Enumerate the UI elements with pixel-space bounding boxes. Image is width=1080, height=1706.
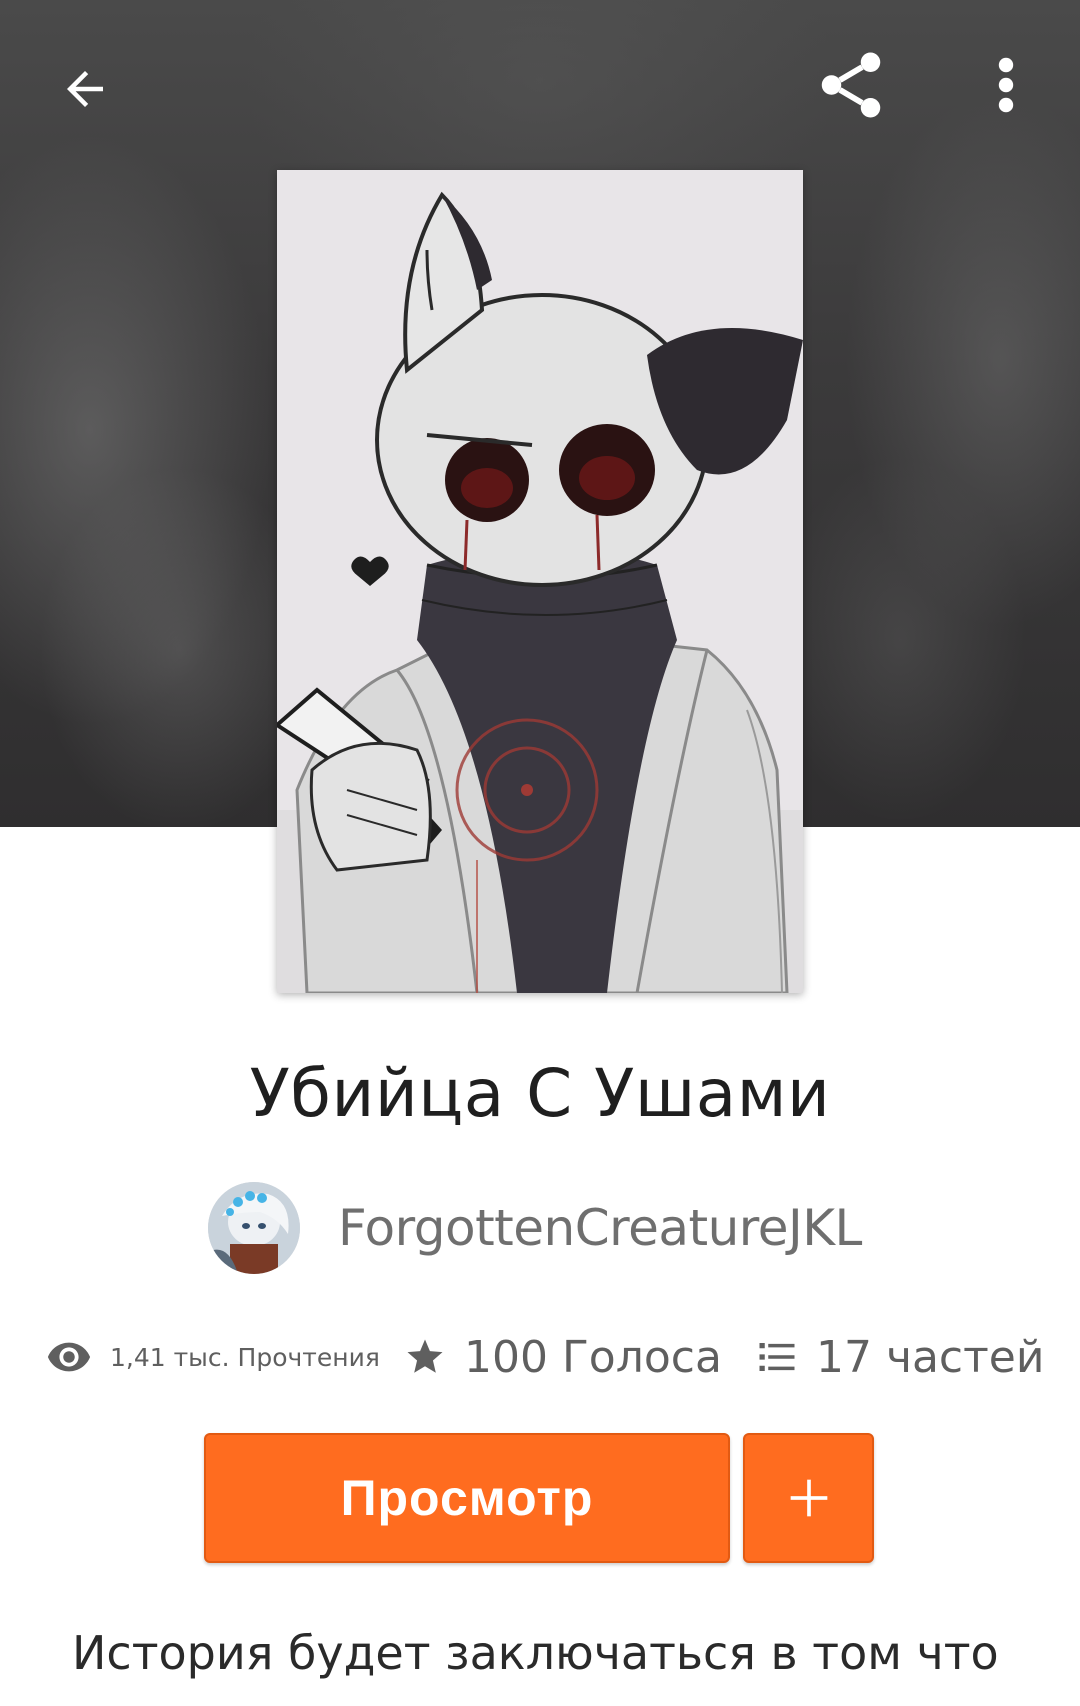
author-name[interactable]: ForgottenCreatureJKL	[338, 1199, 862, 1257]
stats-row: 1,41 тыс. Прочтения 100 Голоса 17 частей	[0, 1322, 1080, 1392]
votes-stat: 100 Голоса	[404, 1322, 722, 1392]
parts-stat: 17 частей	[756, 1322, 1044, 1392]
author-avatar-image	[208, 1182, 300, 1274]
story-description: История будет заключаться в том что	[72, 1626, 999, 1680]
votes-count: 100 Голоса	[464, 1331, 722, 1383]
story-cover[interactable]	[277, 170, 803, 993]
author-row[interactable]: ForgottenCreatureJKL	[208, 1181, 862, 1275]
more-options-button[interactable]	[966, 40, 1046, 130]
list-icon	[756, 1336, 798, 1378]
reads-count: 1,41 тыс. Прочтения	[110, 1342, 380, 1372]
avatar[interactable]	[208, 1182, 300, 1274]
more-vertical-icon	[998, 57, 1014, 113]
back-button[interactable]	[40, 44, 130, 134]
add-to-library-button[interactable]	[743, 1433, 874, 1563]
share-button[interactable]	[806, 40, 896, 130]
cover-illustration	[277, 170, 803, 993]
eye-icon	[46, 1334, 92, 1380]
plus-icon	[790, 1479, 827, 1517]
parts-count: 17 частей	[816, 1331, 1045, 1383]
arrow-left-icon	[67, 71, 103, 107]
star-icon	[404, 1336, 446, 1378]
reads-stat: 1,41 тыс. Прочтения	[46, 1322, 380, 1392]
story-details-screen: Убийца С Ушами ForgottenCreatureJKL 1,41…	[0, 0, 1080, 1706]
read-button[interactable]: Просмотр	[204, 1433, 730, 1563]
story-title: Убийца С Ушами	[249, 1055, 831, 1132]
share-icon	[821, 52, 881, 118]
